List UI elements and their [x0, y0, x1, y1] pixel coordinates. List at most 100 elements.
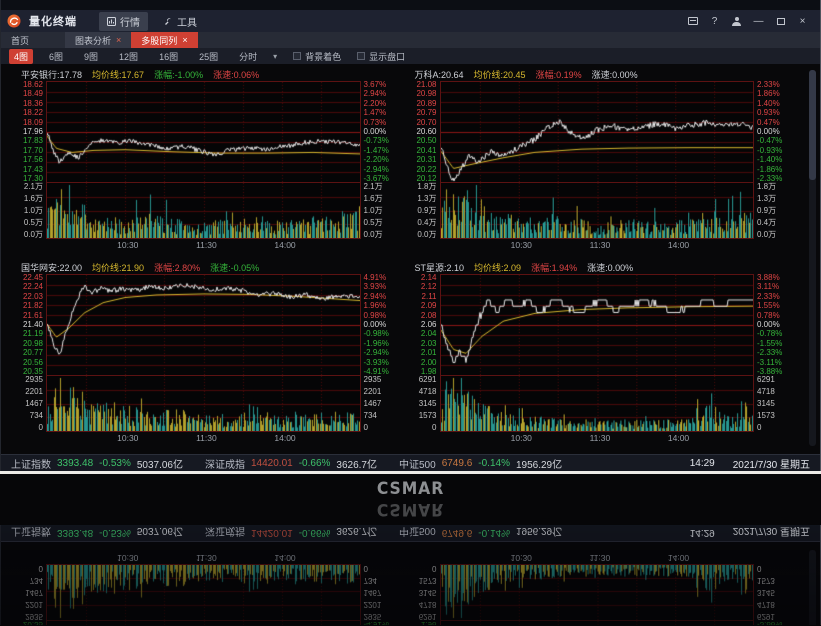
tab-close-icon[interactable]: ×	[182, 35, 187, 45]
right-axis: 3.88%3.11%2.33%1.55%0.78%0.00%-0.78%-1.5…	[754, 552, 790, 625]
app-logo-icon	[7, 14, 21, 28]
reflection-zone: CSMAR CSMAR 量化终端 行情	[0, 474, 821, 625]
help-button[interactable]: ?	[707, 14, 722, 28]
maximize-icon	[777, 18, 785, 25]
tab-home[interactable]: 首页	[1, 32, 39, 48]
tab-multi-stock[interactable]: 多股同列 ×	[131, 32, 197, 48]
index-name: 中证500	[399, 526, 436, 541]
index-value: 6749.6	[442, 528, 473, 539]
chart-panel-guohua: 国华网安:22.00 均价线:21.90 涨幅:2.80% 涨速:-0.05% …	[19, 542, 397, 625]
volume-chart[interactable]	[440, 183, 755, 239]
theme-panel-button[interactable]	[685, 14, 700, 28]
time-tick: 14:00	[274, 553, 295, 563]
status-bar: 上证指数 3393.48 -0.53% 5037.06亿 深证成指 14420.…	[1, 454, 820, 471]
volume-chart	[440, 564, 755, 620]
chart-panel-stxingyuan: ST星源:2.10 均价线:2.09 涨幅:1.94% 涨速:0.00% 2.1…	[413, 542, 791, 625]
close-button[interactable]: ×	[795, 14, 810, 28]
right-axis: 4.91%3.93%2.94%1.96%0.98%0.00%-0.98%-1.9…	[361, 274, 397, 444]
csmar-watermark: CSMAR	[33, 480, 788, 498]
volume-chart[interactable]	[46, 183, 361, 239]
menu-tools[interactable]: 工具	[156, 12, 205, 31]
left-axis: 18.6218.4918.3618.2218.0917.9617.8317.70…	[19, 81, 46, 251]
volume-axis-labels: 2935220114677340	[19, 564, 46, 620]
minimize-button[interactable]: —	[751, 14, 766, 28]
user-icon	[732, 17, 741, 26]
index-amount: 5037.06亿	[137, 456, 183, 471]
right-axis: 2.33%1.86%1.40%0.93%0.47%0.00%-0.47%-0.9…	[754, 81, 790, 251]
time-axis: 10:30 11:30 14:00	[440, 239, 755, 251]
index-name[interactable]: 深证成指	[205, 456, 245, 471]
chart-header: 万科A:20.64 均价线:20.45 涨幅:0.19% 涨速:0.00%	[413, 68, 791, 81]
index-name[interactable]: 中证500	[399, 456, 436, 471]
maximize-button[interactable]	[773, 14, 788, 28]
background-shading-checkbox[interactable]: 背景着色	[293, 50, 341, 63]
index-value: 14420.01	[251, 528, 293, 539]
grid-9-button[interactable]: 9图	[79, 49, 103, 64]
index-value: 3393.48	[57, 528, 93, 539]
index-name[interactable]: 上证指数	[11, 456, 51, 471]
grid-16-button[interactable]: 16图	[154, 49, 183, 64]
time-tick: 11:30	[196, 553, 217, 563]
volume-axis-labels: 62914718314515730	[754, 376, 790, 432]
clock-time: 14:29	[690, 528, 715, 539]
chevron-down-icon[interactable]: ▾	[273, 52, 277, 61]
time-axis: 10:30 11:30 14:00	[46, 552, 361, 564]
chart-panel-stxingyuan[interactable]: ST星源:2.10 均价线:2.09 涨幅:1.94% 涨速:0.00% 2.1…	[413, 261, 791, 454]
price-chart	[440, 620, 755, 625]
app-title: 量化终端	[29, 13, 77, 29]
time-tick: 11:30	[590, 553, 611, 563]
intraday-button[interactable]: 分时	[234, 49, 262, 64]
tab-chart-analysis[interactable]: 图表分析 ×	[65, 32, 131, 48]
time-tick: 14:00	[668, 433, 689, 443]
quotes-icon	[107, 17, 116, 26]
chart-panel-pingan[interactable]: 平安银行:17.78 均价线:17.67 涨幅:-1.00% 涨速:0.06% …	[19, 68, 397, 261]
scrollbar	[809, 550, 816, 625]
right-axis: 4.91%3.93%2.94%1.96%0.98%0.00%-0.98%-1.9…	[361, 552, 397, 625]
change-speed-label: 涨速:-0.05%	[210, 261, 259, 274]
index-change: -0.53%	[99, 458, 131, 469]
chart-panel-guohua[interactable]: 国华网安:22.00 均价线:21.90 涨幅:2.80% 涨速:-0.05% …	[19, 261, 397, 454]
left-axis: 22.4522.2422.0321.8221.6121.4021.1920.98…	[19, 552, 46, 625]
tab-home-label: 首页	[11, 34, 29, 47]
grid-12-button[interactable]: 12图	[114, 49, 143, 64]
grid-25-button[interactable]: 25图	[194, 49, 223, 64]
change-pct-label: 涨幅:0.19%	[536, 68, 582, 81]
time-tick: 10:30	[117, 433, 138, 443]
clock-time: 14:29	[690, 458, 715, 469]
left-axis: 21.0820.9820.8920.7920.7020.6020.5020.41…	[413, 81, 440, 251]
change-speed-label: 涨速:0.00%	[587, 261, 633, 274]
user-button[interactable]	[729, 14, 744, 28]
clock-date: 2021/7/30 星期五	[733, 526, 810, 541]
time-axis: 10:30 11:30 14:00	[46, 239, 361, 251]
percent-axis-labels: 3.67%2.94%2.20%1.47%0.73%0.00%-0.73%-1.4…	[361, 81, 397, 183]
grid-6-button[interactable]: 6图	[44, 49, 68, 64]
volume-axis-labels: 2935220114677340	[361, 376, 397, 432]
left-axis: 2.142.122.112.092.082.062.042.032.012.00…	[413, 274, 440, 444]
volume-axis-labels: 2.1万1.6万1.0万0.5万0.0万	[19, 183, 46, 239]
avg-price-label: 均价线:17.67	[92, 68, 144, 81]
time-axis: 10:30 11:30 14:00	[440, 432, 755, 444]
price-chart[interactable]	[440, 81, 755, 183]
volume-chart[interactable]	[440, 376, 755, 432]
change-pct-label: 涨幅:1.94%	[531, 261, 577, 274]
price-chart[interactable]	[46, 274, 361, 376]
show-orderbook-checkbox[interactable]: 显示盘口	[357, 50, 405, 63]
percent-axis-labels: 3.88%3.11%2.33%1.55%0.78%0.00%-0.78%-1.5…	[754, 274, 790, 376]
grid-4-button[interactable]: 4图	[9, 49, 33, 64]
scrollbar[interactable]	[809, 70, 816, 446]
panel-icon	[688, 17, 698, 25]
chart-panel-vanke[interactable]: 万科A:20.64 均价线:20.45 涨幅:0.19% 涨速:0.00% 21…	[413, 68, 791, 261]
volume-axis-labels: 62914718314515730	[754, 564, 790, 620]
tab-close-icon[interactable]: ×	[116, 35, 121, 45]
menu-quotes-label: 行情	[120, 14, 140, 29]
time-tick: 10:30	[511, 553, 532, 563]
menu-quotes[interactable]: 行情	[99, 12, 148, 31]
scrollbar-thumb[interactable]	[809, 70, 816, 180]
time-tick: 10:30	[511, 240, 532, 250]
price-chart[interactable]	[440, 274, 755, 376]
time-tick: 14:00	[668, 553, 689, 563]
avg-price-label: 均价线:21.90	[92, 261, 144, 274]
change-speed-label: 涨速:0.00%	[592, 68, 638, 81]
volume-chart[interactable]	[46, 376, 361, 432]
price-chart[interactable]	[46, 81, 361, 183]
